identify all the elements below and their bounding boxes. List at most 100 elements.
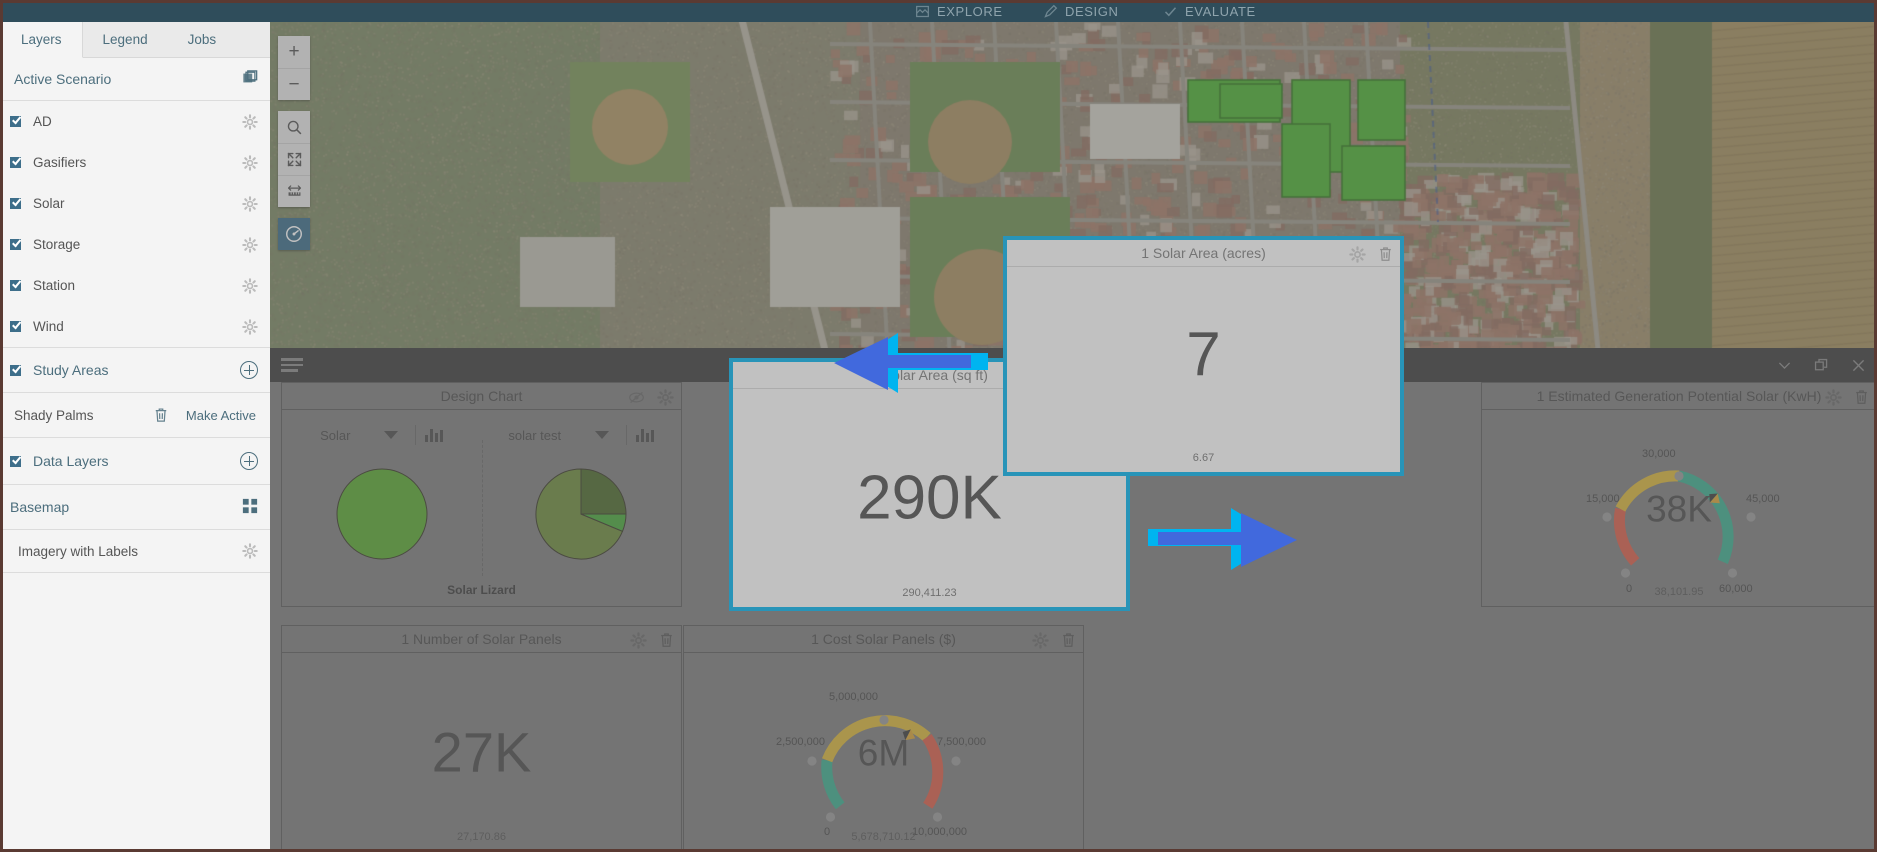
annotation-arrow-right bbox=[1138, 508, 1303, 570]
layer-label: Solar bbox=[33, 196, 242, 211]
basemap-grid-icon[interactable] bbox=[242, 498, 258, 517]
metric-value: 27K bbox=[282, 720, 681, 785]
chevron-down-icon[interactable] bbox=[384, 431, 398, 439]
annotation-arrow-left bbox=[826, 333, 991, 393]
gauge-tick-3: 7,500,000 bbox=[937, 736, 986, 748]
trash-icon[interactable] bbox=[1378, 246, 1392, 262]
card-estimated-generation[interactable]: 1 Estimated Generation Potential Solar (… bbox=[1481, 382, 1877, 607]
active-scenario-label: Active Scenario bbox=[14, 71, 111, 87]
trash-icon[interactable] bbox=[1061, 632, 1075, 648]
contents-panel: Contents « Layers Legend Jobs Active Sce… bbox=[0, 0, 270, 852]
zoom-out-icon[interactable]: − bbox=[278, 68, 310, 100]
map-tool-group[interactable] bbox=[278, 111, 310, 207]
trash-icon[interactable] bbox=[659, 632, 673, 648]
metric-detail: 6.67 bbox=[1007, 452, 1400, 464]
checkbox-data-layers[interactable] bbox=[10, 456, 21, 467]
card-header: 1 Cost Solar Panels ($) bbox=[684, 626, 1083, 653]
full-extent-icon[interactable] bbox=[278, 143, 310, 175]
checkbox-storage[interactable] bbox=[10, 239, 21, 250]
gear-icon[interactable] bbox=[242, 114, 258, 130]
gear-icon[interactable] bbox=[630, 632, 646, 648]
gear-icon[interactable] bbox=[1032, 632, 1048, 648]
bar-chart-icon[interactable] bbox=[636, 428, 654, 442]
sidebar-basemap[interactable]: Basemap bbox=[0, 485, 270, 529]
zoom-in-icon[interactable]: + bbox=[278, 36, 310, 68]
trash-icon[interactable] bbox=[154, 407, 168, 423]
card-solar-area-acres[interactable]: 1 Solar Area (acres) 7 6.67 bbox=[1007, 240, 1400, 472]
design-chart-footer: Solar Lizard bbox=[282, 583, 681, 597]
card-title: 1 Cost Solar Panels ($) bbox=[811, 631, 956, 647]
hamburger-icon[interactable] bbox=[281, 355, 303, 375]
bar-chart-icon[interactable] bbox=[425, 428, 443, 442]
measure-icon[interactable] bbox=[278, 175, 310, 207]
tab-jobs[interactable]: Jobs bbox=[168, 22, 237, 58]
active-scenario-row[interactable]: Active Scenario bbox=[0, 58, 270, 100]
dashboard-toggle-group[interactable] bbox=[278, 218, 310, 250]
sidebar-layer-wind[interactable]: Wind bbox=[0, 306, 270, 347]
card-design-chart[interactable]: Design Chart Solar bbox=[281, 382, 682, 607]
nav-evaluate[interactable]: EVALUATE bbox=[1163, 0, 1256, 22]
make-active-button[interactable]: Make Active bbox=[186, 408, 256, 423]
sidebar-layer-solar[interactable]: Solar bbox=[0, 183, 270, 224]
layer-label: Storage bbox=[33, 237, 242, 252]
gear-icon[interactable] bbox=[242, 196, 258, 212]
restore-window-icon[interactable] bbox=[1813, 357, 1830, 374]
data-layers-label: Data Layers bbox=[33, 453, 240, 469]
checkbox-station[interactable] bbox=[10, 280, 21, 291]
layer-select-left[interactable]: Solar bbox=[320, 428, 406, 443]
check-icon bbox=[1163, 4, 1178, 19]
checkbox-ad[interactable] bbox=[10, 116, 21, 127]
gauge-icon[interactable] bbox=[278, 218, 310, 250]
sidebar-study-areas[interactable]: Study Areas bbox=[0, 348, 270, 392]
sidebar-layer-ad[interactable]: AD bbox=[0, 101, 270, 142]
checkbox-study-areas[interactable] bbox=[10, 365, 21, 376]
copy-layers-icon[interactable] bbox=[242, 70, 258, 89]
checkbox-wind[interactable] bbox=[10, 321, 21, 332]
tab-layers[interactable]: Layers bbox=[0, 22, 83, 58]
tab-legend[interactable]: Legend bbox=[83, 22, 168, 58]
trash-icon[interactable] bbox=[1854, 389, 1868, 405]
gear-icon[interactable] bbox=[242, 237, 258, 253]
gear-icon[interactable] bbox=[242, 278, 258, 294]
nav-design[interactable]: DESIGN bbox=[1043, 0, 1118, 22]
plus-circle-icon[interactable] bbox=[240, 452, 258, 470]
card-number-solar-panels[interactable]: 1 Number of Solar Panels 27K 27,170.86 bbox=[281, 625, 682, 852]
sidebar-data-layers[interactable]: Data Layers bbox=[0, 438, 270, 484]
divider bbox=[626, 425, 627, 445]
gear-icon[interactable] bbox=[242, 319, 258, 335]
card-body: 7 6.67 bbox=[1007, 267, 1400, 472]
sidebar-layer-storage[interactable]: Storage bbox=[0, 224, 270, 265]
layer-select-right[interactable]: solar test bbox=[508, 428, 617, 443]
close-icon[interactable] bbox=[1850, 357, 1867, 374]
map-toolbar[interactable]: + − bbox=[278, 36, 310, 250]
sidebar-layer-station[interactable]: Station bbox=[0, 265, 270, 306]
plus-circle-icon[interactable] bbox=[240, 361, 258, 379]
card-cost-solar-panels[interactable]: 1 Cost Solar Panels ($) bbox=[683, 625, 1084, 852]
zoom-controls[interactable]: + − bbox=[278, 36, 310, 100]
gear-icon[interactable] bbox=[1825, 389, 1841, 405]
chevron-down-icon[interactable] bbox=[595, 431, 609, 439]
card-header: Design Chart bbox=[282, 383, 681, 410]
checkbox-solar[interactable] bbox=[10, 198, 21, 209]
card-title: Design Chart bbox=[441, 388, 523, 404]
search-icon[interactable] bbox=[278, 111, 310, 143]
study-areas-label: Study Areas bbox=[33, 362, 240, 378]
collapse-chevron-icon[interactable] bbox=[1776, 357, 1793, 374]
layer-label: Wind bbox=[33, 319, 242, 334]
checkbox-gasifiers[interactable] bbox=[10, 157, 21, 168]
metric-detail: 290,411.23 bbox=[733, 587, 1126, 599]
sidebar-layer-gasifiers[interactable]: Gasifiers bbox=[0, 142, 270, 183]
nav-explore[interactable]: EXPLORE bbox=[915, 0, 1003, 22]
study-area-item[interactable]: Shady Palms Make Active bbox=[0, 393, 270, 437]
contents-tabs[interactable]: Layers Legend Jobs bbox=[0, 22, 270, 58]
gear-icon[interactable] bbox=[657, 389, 673, 405]
gear-icon[interactable] bbox=[242, 543, 258, 559]
gauge-tick-3: 45,000 bbox=[1746, 493, 1780, 505]
pie-chart-solar bbox=[336, 468, 428, 560]
gear-icon[interactable] bbox=[1349, 246, 1365, 262]
metric-detail: 27,170.86 bbox=[282, 831, 681, 843]
gear-icon[interactable] bbox=[242, 155, 258, 171]
card-body: 6M 5,000,000 2,500,000 7,500,000 0 10,00… bbox=[684, 653, 1083, 851]
basemap-current[interactable]: Imagery with Labels bbox=[0, 530, 270, 572]
hide-icon[interactable] bbox=[628, 389, 644, 405]
